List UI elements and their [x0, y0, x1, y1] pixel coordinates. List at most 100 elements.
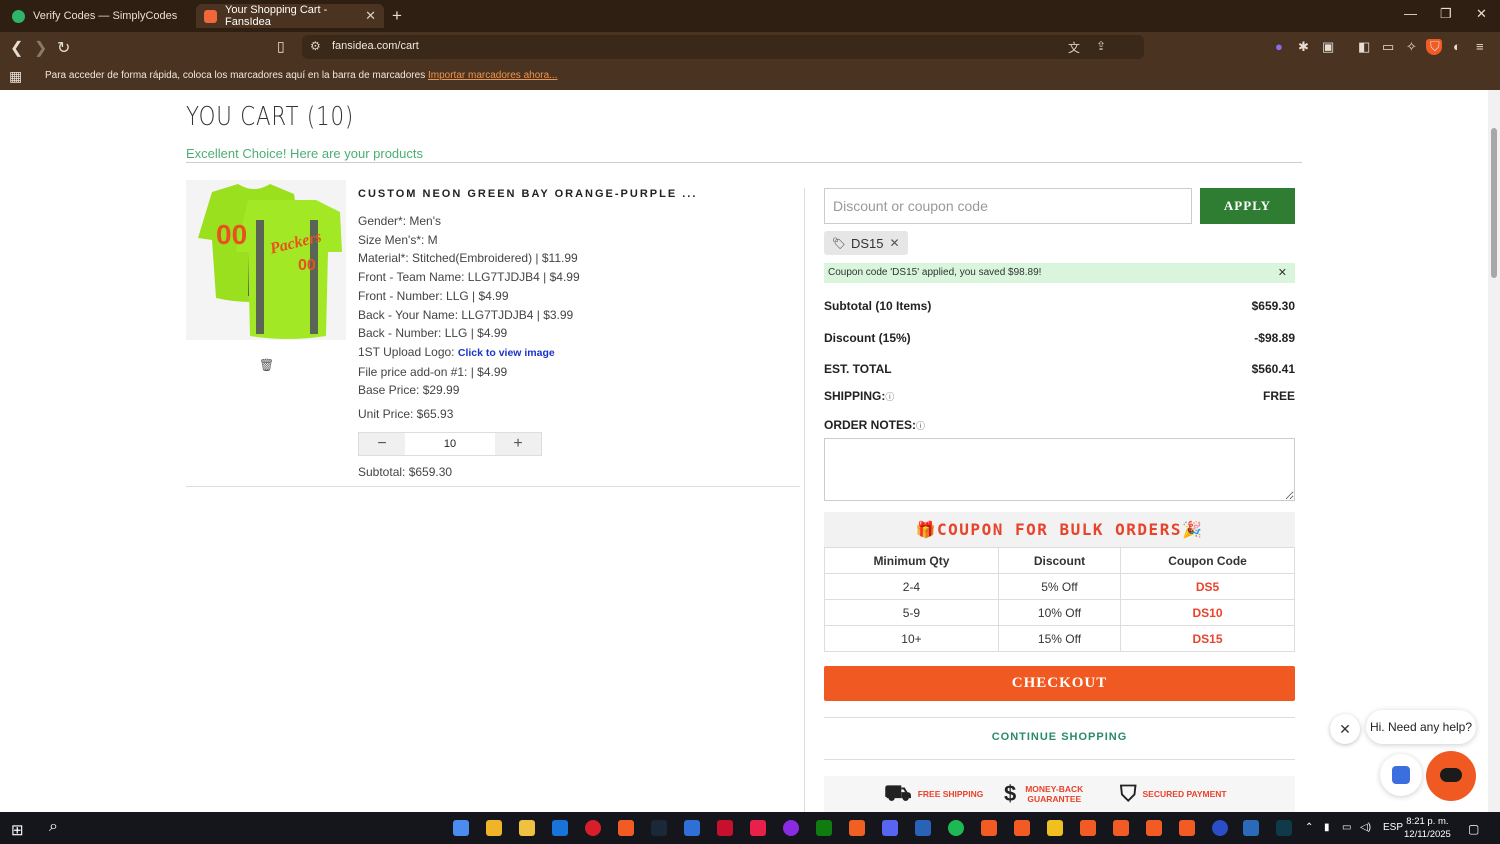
option-material: Material*: Stitched(Embroidered) | $11.9…: [358, 251, 578, 266]
column-header: Minimum Qty: [824, 547, 999, 574]
quantity-input[interactable]: 10: [405, 433, 495, 455]
search-icon[interactable]: ⌕: [49, 818, 58, 836]
brave-icon[interactable]: [618, 820, 634, 836]
outlook-icon[interactable]: [552, 820, 568, 836]
bookmarks-message: Para acceder de forma rápida, coloca los…: [45, 70, 557, 81]
xbox-icon[interactable]: [816, 820, 832, 836]
close-chat-icon[interactable]: ✕: [1330, 714, 1360, 744]
view-image-link[interactable]: Click to view image: [458, 347, 555, 359]
sidebar-icon[interactable]: ◧: [1358, 39, 1370, 55]
minimize-icon[interactable]: —: [1404, 6, 1417, 21]
network-icon[interactable]: ▭: [1342, 822, 1351, 833]
language-indicator[interactable]: ESP: [1383, 822, 1403, 833]
url-field[interactable]: ⚙ fansidea.com/cart 文 ⇪: [302, 35, 1442, 59]
delete-item-icon[interactable]: 🗑: [259, 358, 274, 372]
remove-coupon-icon[interactable]: ✕: [890, 236, 900, 250]
microphone-icon[interactable]: ▮: [1324, 822, 1330, 833]
shipping-label: SHIPPING:: [824, 389, 886, 403]
close-window-icon[interactable]: ✕: [1476, 6, 1487, 22]
reload-icon[interactable]: ↻: [57, 38, 70, 58]
close-tab-icon[interactable]: ✕: [365, 8, 376, 24]
tab-cart[interactable]: Your Shopping Cart - FansIdea ✕: [196, 4, 384, 28]
app-icon[interactable]: [1243, 820, 1259, 836]
chat-greeting[interactable]: Hi. Need any help?: [1366, 710, 1476, 744]
decrease-quantity-button[interactable]: −: [359, 433, 405, 455]
page-scrollbar[interactable]: [1488, 90, 1500, 812]
brave-icon[interactable]: [1113, 820, 1129, 836]
leo-icon[interactable]: ●: [1275, 39, 1283, 54]
tab-title: Your Shopping Cart - FansIdea: [225, 4, 328, 28]
translate-icon[interactable]: 文: [1068, 39, 1080, 56]
option-back-name: Back - Your Name: LLG7TJDJB4 | $3.99: [358, 307, 574, 322]
app-icon[interactable]: [783, 820, 799, 836]
opera-icon[interactable]: [585, 820, 601, 836]
coupon-input[interactable]: [824, 188, 1192, 224]
extensions-icon[interactable]: ✱: [1298, 39, 1309, 55]
app-icon[interactable]: [717, 820, 733, 836]
order-notes-label: ORDER NOTES:: [824, 418, 917, 432]
share-icon[interactable]: ⇪: [1096, 39, 1106, 53]
discord-icon[interactable]: [882, 820, 898, 836]
store-icon[interactable]: [486, 820, 502, 836]
tray-expand-icon[interactable]: ⌃: [1305, 822, 1313, 833]
notifications-icon[interactable]: ▢: [1468, 822, 1479, 836]
brave-icon[interactable]: [1014, 820, 1030, 836]
bookmark-icon[interactable]: ▯: [277, 38, 285, 55]
wallet-icon[interactable]: ▭: [1382, 39, 1394, 55]
tab-simplycodes[interactable]: Verify Codes — SimplyCodes: [4, 4, 190, 28]
forward-icon[interactable]: ❯: [34, 38, 47, 58]
clock[interactable]: 8:21 p. m. 12/11/2025: [1404, 815, 1451, 841]
brave-icon[interactable]: [981, 820, 997, 836]
help-icon[interactable]: ⓘ: [885, 392, 894, 402]
windows-start-icon[interactable]: ⊞: [11, 821, 24, 839]
product-name[interactable]: CUSTOM NEON GREEN BAY ORANGE-PURPLE ...: [358, 188, 697, 200]
steam-icon[interactable]: [651, 820, 667, 836]
app-icon[interactable]: [1276, 820, 1292, 836]
brave-icon[interactable]: [1080, 820, 1096, 836]
app-icon[interactable]: [684, 820, 700, 836]
extension-launcher-icon[interactable]: [1380, 754, 1422, 796]
brave-icon[interactable]: [1179, 820, 1195, 836]
ai-icon[interactable]: ✧: [1406, 39, 1417, 55]
subtotal-row: Subtotal (10 Items) $659.30: [824, 299, 1295, 313]
applied-coupon-chip: 🏷 DS15 ✕: [824, 231, 908, 255]
import-bookmarks-link[interactable]: Importar marcadores ahora...: [428, 70, 558, 81]
file-explorer-icon[interactable]: [519, 820, 535, 836]
app-icon[interactable]: [915, 820, 931, 836]
app-icon[interactable]: [1212, 820, 1228, 836]
continue-shopping-link[interactable]: CONTINUE SHOPPING: [824, 731, 1295, 743]
brave-icon[interactable]: [1146, 820, 1162, 836]
chat-launcher-button[interactable]: [1426, 751, 1476, 801]
copilot-icon[interactable]: [453, 820, 469, 836]
volume-icon[interactable]: ◁): [1360, 822, 1371, 833]
quantity-stepper: − 10 +: [358, 432, 542, 456]
menu-icon[interactable]: ≡: [1476, 39, 1484, 54]
checkout-button[interactable]: CHECKOUT: [824, 666, 1295, 701]
product-image[interactable]: Packers 00 00: [186, 180, 346, 340]
vpn-icon[interactable]: ⛉: [1430, 39, 1440, 55]
back-icon[interactable]: ❮: [10, 38, 23, 58]
help-icon[interactable]: ⓘ: [916, 421, 925, 431]
restore-icon[interactable]: ❐: [1440, 6, 1452, 22]
address-bar-row: ❮ ❯ ↻ ▯ ⚙ fansidea.com/cart 文 ⇪ ● ✱ ▣ ◧ …: [0, 32, 1500, 62]
free-shipping-badge: ⛟ FREE SHIPPING: [884, 776, 983, 812]
discount-cell: 15% Off: [997, 625, 1122, 652]
scroll-thumb[interactable]: [1491, 128, 1497, 278]
profile-icon[interactable]: ◐: [1453, 39, 1461, 54]
divider: [824, 717, 1295, 718]
app-icon[interactable]: [750, 820, 766, 836]
app-icon[interactable]: [1047, 820, 1063, 836]
site-info-icon[interactable]: ⚙: [310, 39, 321, 53]
new-tab-icon[interactable]: +: [392, 6, 402, 26]
app-icon[interactable]: [849, 820, 865, 836]
min-qty-cell: 5-9: [824, 599, 999, 626]
spotify-icon[interactable]: [948, 820, 964, 836]
divider: [186, 486, 800, 487]
apps-grid-icon[interactable]: ▦: [9, 68, 22, 85]
increase-quantity-button[interactable]: +: [495, 433, 541, 455]
media-icon[interactable]: ▣: [1322, 39, 1334, 55]
table-row: 5-9 10% Off DS10: [824, 599, 1295, 626]
dismiss-alert-icon[interactable]: ✕: [1278, 266, 1287, 279]
apply-coupon-button[interactable]: APPLY: [1200, 188, 1295, 224]
order-notes-field[interactable]: [824, 438, 1295, 501]
